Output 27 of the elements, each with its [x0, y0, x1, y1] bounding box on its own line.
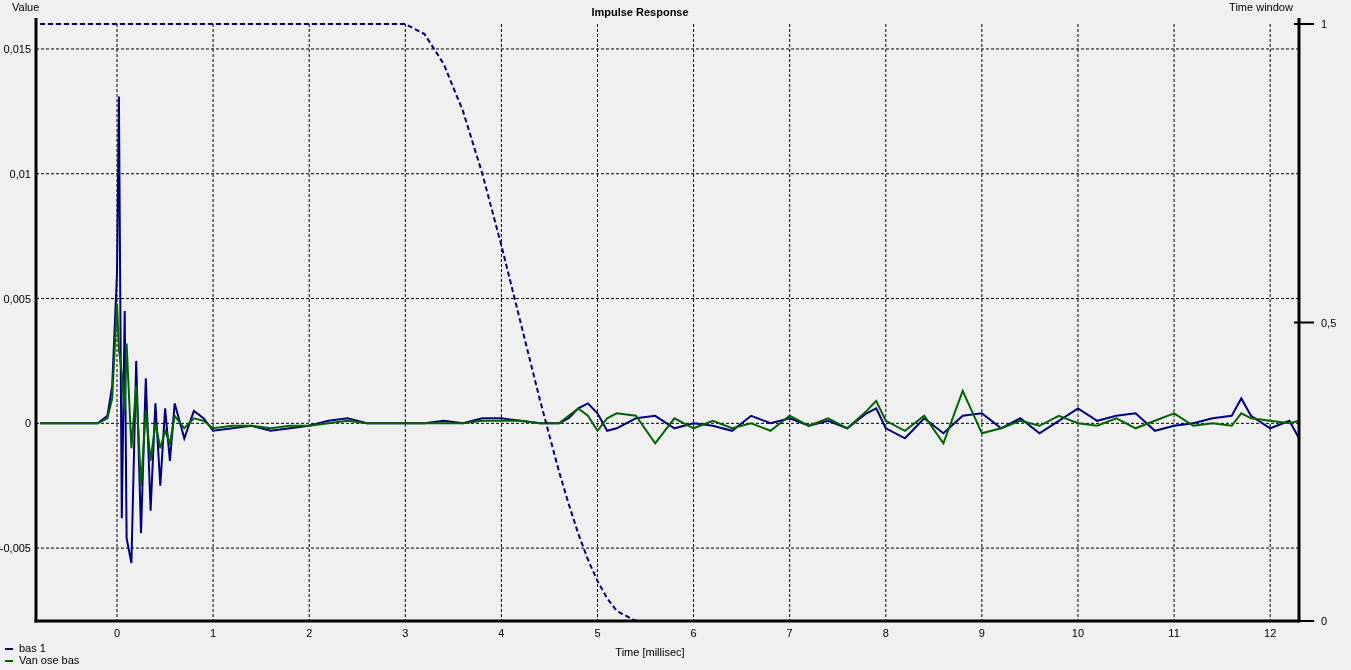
- x-tick-label: 11: [1168, 627, 1180, 639]
- y-tick-label: 0,01: [9, 167, 31, 180]
- x-tick-label: 4: [498, 627, 505, 639]
- x-tick-label: 10: [1071, 627, 1085, 639]
- y-tick-label: 0: [24, 417, 31, 430]
- legend-label: bas 1: [19, 642, 46, 654]
- x-tick-label: 5: [594, 627, 601, 639]
- chart-title: Impulse Response: [591, 6, 689, 18]
- x-tick-label: 0: [113, 627, 121, 639]
- x-tick-label: 1: [210, 627, 217, 639]
- right-axis-label: Time window: [1229, 1, 1293, 13]
- right-tick-label: 0: [1321, 615, 1328, 627]
- y-tick-label: 0,015: [3, 42, 31, 55]
- x-tick-label: 6: [690, 627, 697, 639]
- x-tick-label: 12: [1264, 627, 1277, 639]
- x-tick-label: 8: [882, 627, 889, 639]
- x-tick-label: 9: [978, 627, 985, 639]
- legend-label: Van ose bas: [19, 654, 80, 666]
- right-tick-label: 0,5: [1321, 316, 1337, 329]
- right-tick-label: 1: [1321, 18, 1328, 30]
- y-axis-label: Value: [12, 1, 40, 13]
- x-tick-label: 3: [402, 627, 409, 639]
- y-tick-label: -0,005: [0, 542, 31, 555]
- x-tick-label: 2: [306, 627, 313, 639]
- x-tick-label: 7: [786, 627, 793, 639]
- y-tick-label: 0,005: [3, 292, 31, 305]
- x-axis-label: Time [millisec]: [615, 646, 685, 658]
